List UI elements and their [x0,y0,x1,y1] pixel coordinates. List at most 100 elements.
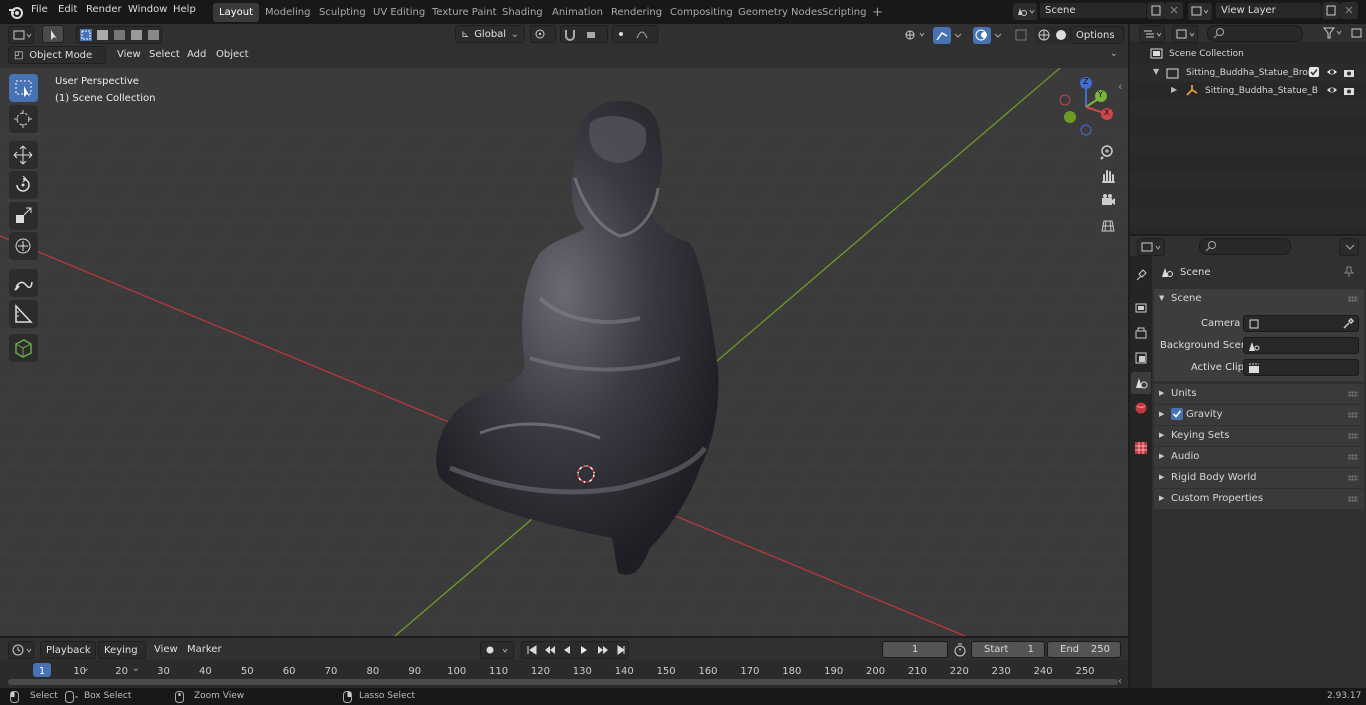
display-mode-icon[interactable] [1172,25,1198,43]
eye-icon[interactable] [1326,67,1338,78]
transform-tool[interactable] [9,232,38,260]
view-layer-selector-icon[interactable] [1188,3,1212,20]
tool-tab-icon[interactable] [1134,268,1148,282]
gravity-panel[interactable]: ▶ Gravity [1154,405,1364,425]
rigid-body-world-panel[interactable]: ▶ Rigid Body World [1154,468,1364,488]
remove-view-layer-icon[interactable] [1340,2,1358,19]
zoom-icon[interactable] [1098,142,1118,162]
camera-render-icon[interactable] [1343,85,1355,96]
expand-arrow-icon[interactable]: ▼ [1153,67,1159,76]
add-workspace-button[interactable]: + [866,3,889,22]
scene-tab-icon[interactable] [1131,372,1151,394]
menu-object[interactable]: Object [216,49,249,60]
view-layer-field[interactable]: View Layer [1215,2,1322,19]
current-frame-field[interactable]: 1 [882,641,948,658]
render-tab-icon[interactable] [1134,301,1148,315]
gravity-checkbox[interactable] [1171,408,1183,420]
drag-handle-icon[interactable] [1348,454,1358,460]
tab-rendering[interactable]: Rendering [605,3,668,22]
end-frame-field[interactable]: End 250 [1047,641,1121,658]
menu-add[interactable]: Add [187,49,206,60]
expand-arrow-icon[interactable]: ▶ [1171,85,1177,94]
outliner-row[interactable]: ▶ Sitting_Buddha_Statue_B [1130,82,1366,100]
select-tool-icon[interactable] [42,25,64,43]
timeline-scrollbar[interactable] [8,679,1118,685]
menu-render[interactable]: Render [86,4,122,15]
drag-handle-icon[interactable] [1348,496,1358,502]
properties-search-input[interactable] [1199,238,1291,255]
properties-editor-type-icon[interactable] [1137,238,1165,256]
tab-modeling[interactable]: Modeling [259,3,317,22]
keying-dropdown[interactable]: Keying ⌄ [98,641,146,674]
tab-compositing[interactable]: Compositing [664,3,739,22]
scale-tool[interactable] [9,202,38,230]
world-tab-icon[interactable] [1134,401,1148,415]
drag-handle-icon[interactable] [1348,412,1358,418]
add-cube-tool[interactable] [9,334,38,362]
active-clip-field[interactable] [1243,359,1359,376]
pin-icon[interactable] [1343,266,1355,278]
outliner-editor-type-icon[interactable] [1139,25,1165,43]
sidebar-toggle-icon[interactable]: ‹ [1118,80,1122,93]
tab-shading[interactable]: Shading [496,3,549,22]
eye-icon[interactable] [1326,85,1338,96]
tab-sculpting[interactable]: Sculpting [313,3,372,22]
timeline-menu-marker[interactable]: Marker [187,644,222,655]
menu-select[interactable]: Select [149,49,180,60]
object-mode-dropdown[interactable]: ◰ Object Mode ⌄ [8,46,106,79]
camera-field[interactable] [1243,315,1359,332]
select-box-tool[interactable] [9,74,38,102]
drag-handle-icon[interactable] [1348,475,1358,481]
tab-geometry-nodes[interactable]: Geometry Nodes [732,3,828,22]
transform-orientation-dropdown[interactable]: ⊾ Global ⌄ [455,25,525,43]
overlays-dropdown-icon[interactable] [993,28,1003,42]
drag-handle-icon[interactable] [1348,391,1358,397]
auto-keying-button[interactable] [480,641,514,659]
outliner-search-input[interactable] [1207,25,1303,42]
annotate-tool[interactable] [9,269,38,297]
pan-hand-icon[interactable] [1098,166,1118,186]
properties-options-icon[interactable] [1339,238,1359,256]
texture-tab-icon[interactable] [1134,441,1148,455]
tab-uv-editing[interactable]: UV Editing [367,3,431,22]
tab-scripting[interactable]: Scripting [816,3,872,22]
tab-layout[interactable]: Layout [213,3,259,22]
menu-window[interactable]: Window [128,4,167,15]
snap-icon[interactable] [560,25,608,43]
gizmo-dropdown-icon[interactable] [953,28,963,42]
menu-edit[interactable]: Edit [58,4,77,15]
camera-view-icon[interactable] [1098,190,1118,210]
ortho-grid-icon[interactable] [1098,216,1118,236]
timeline-editor-type-icon[interactable] [8,641,34,659]
camera-render-icon[interactable] [1343,67,1355,78]
filter-icon[interactable] [1322,26,1346,40]
custom-properties-panel[interactable]: ▶ Custom Properties [1154,489,1364,509]
new-scene-icon[interactable] [1147,2,1165,19]
scene-panel-header[interactable]: ▼ Scene [1154,289,1364,309]
pivot-point-icon[interactable] [530,25,556,43]
exclude-checkbox[interactable] [1309,67,1319,77]
measure-tool[interactable] [9,300,38,328]
scene-selector-icon[interactable] [1013,3,1037,20]
tab-animation[interactable]: Animation [546,3,609,22]
options-dropdown[interactable]: Options ⌄ [1070,26,1124,59]
menu-view[interactable]: View [117,49,141,60]
audio-panel[interactable]: ▶ Audio [1154,447,1364,467]
close-icon[interactable] [1165,2,1183,19]
start-frame-field[interactable]: Start 1 [971,641,1045,658]
menu-file[interactable]: File [31,4,48,15]
view-object-types-icon[interactable] [903,28,929,42]
playback-controls[interactable] [521,641,629,659]
proportional-editing-icon[interactable] [612,25,658,43]
keying-sets-panel[interactable]: ▶ Keying Sets [1154,426,1364,446]
blender-logo-icon[interactable] [8,4,24,20]
gizmo-toggle-icon[interactable] [933,27,951,44]
overlays-toggle-icon[interactable] [973,27,991,44]
rotate-tool[interactable] [9,171,38,199]
tab-texture-paint[interactable]: Texture Paint [426,3,503,22]
xray-toggle-icon[interactable] [1014,28,1028,42]
drag-handle-icon[interactable] [1348,296,1358,302]
3d-viewport[interactable]: User Perspective (1) Scene Collection Z … [0,68,1128,636]
menu-help[interactable]: Help [173,4,196,15]
timeline-menu-view[interactable]: View [154,644,178,655]
